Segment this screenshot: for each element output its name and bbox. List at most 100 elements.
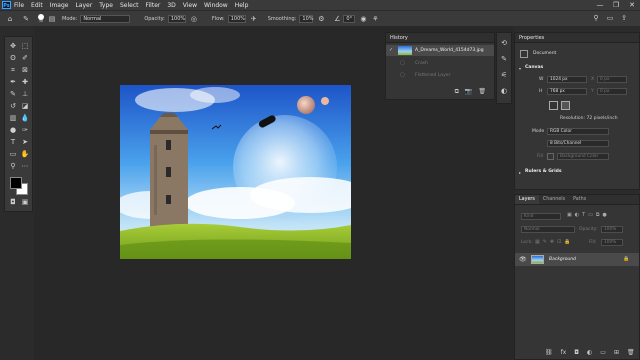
layer-opacity-label: Opacity: xyxy=(579,227,598,232)
close-button[interactable]: ✕ xyxy=(624,0,640,10)
minimize-button[interactable]: — xyxy=(592,0,608,10)
blend-mode-select[interactable]: Normal xyxy=(521,226,575,233)
new-layer-icon[interactable]: ⊞ xyxy=(614,349,619,356)
orientation-portrait-icon[interactable] xyxy=(549,101,558,110)
gradient-tool-icon[interactable]: ▥ xyxy=(8,113,18,123)
shape-tool-icon[interactable]: ▭ xyxy=(8,149,18,159)
quick-mask-icon[interactable]: ◘ xyxy=(8,197,18,207)
workspace-icon[interactable]: ▭ xyxy=(606,14,614,22)
move-tool-icon[interactable]: ✥ xyxy=(8,41,18,51)
tab-paths[interactable]: Paths xyxy=(569,195,590,204)
brush-panel-icon[interactable]: ✎ xyxy=(498,53,510,65)
fill-select[interactable]: Background Color xyxy=(557,153,609,160)
pen-tool-icon[interactable]: ✑ xyxy=(20,125,30,135)
rulers-collapse-icon[interactable]: ▸ xyxy=(519,170,521,175)
history-row[interactable]: ▢ Flattened Layer xyxy=(386,70,494,81)
lasso-tool-icon[interactable]: ʘ xyxy=(8,53,18,63)
brush-settings-icon[interactable]: ▤ xyxy=(48,15,56,23)
hand-tool-icon[interactable]: ✋ xyxy=(20,149,30,159)
pressure-opacity-icon[interactable]: ◎ xyxy=(190,15,198,23)
adjustment-layer-icon[interactable]: ◐ xyxy=(587,349,592,356)
camera-snapshot-icon[interactable]: 📷 xyxy=(465,88,472,96)
menu-help[interactable]: Help xyxy=(235,2,249,9)
tab-layers[interactable]: Layers xyxy=(515,195,539,204)
search-icon[interactable]: ⚲ xyxy=(592,14,600,22)
opacity-field[interactable]: 100% xyxy=(167,14,186,23)
brush-preset-picker[interactable]: 30 xyxy=(38,14,44,23)
home-icon[interactable]: ⌂ xyxy=(6,15,14,23)
color-mode-select[interactable]: RGB Color xyxy=(547,128,609,135)
brush-tool-icon[interactable]: ✎ xyxy=(8,89,18,99)
crop-tool-icon[interactable]: ⌗ xyxy=(8,65,18,75)
brush-tool-icon[interactable]: ✎ xyxy=(22,15,30,23)
healing-tool-icon[interactable]: ✚ xyxy=(20,77,30,87)
lock-icons[interactable]: ▦✎✥⊡🔒 xyxy=(535,239,574,245)
flow-field[interactable]: 100% xyxy=(227,14,246,23)
airbrush-icon[interactable]: ✈ xyxy=(250,15,258,23)
menu-file[interactable]: File xyxy=(14,2,24,9)
history-panel-icon[interactable]: ⟲ xyxy=(498,37,510,49)
smoothing-field[interactable]: 10% xyxy=(299,14,314,23)
layer-filter-icons[interactable]: ▣◐T▭⧉● xyxy=(567,212,610,218)
menu-filter[interactable]: Filter xyxy=(146,2,161,9)
color-panel-icon[interactable]: ◐ xyxy=(498,85,510,97)
history-snapshot-row[interactable]: ✓ A_Dreams_World_4154d73.jpg xyxy=(386,45,494,56)
layer-kind-filter[interactable]: Kind xyxy=(521,213,561,220)
blur-tool-icon[interactable]: 💧 xyxy=(20,113,30,123)
marquee-tool-icon[interactable]: ⬚ xyxy=(20,41,30,51)
width-field[interactable]: 1024 px xyxy=(547,76,587,83)
orientation-landscape-icon[interactable] xyxy=(561,101,570,110)
symmetry-icon[interactable]: ⚘ xyxy=(371,15,379,23)
stamp-tool-icon[interactable]: ⊥ xyxy=(20,89,30,99)
canvas-collapse-icon[interactable]: ▾ xyxy=(519,66,521,71)
menu-image[interactable]: Image xyxy=(50,2,69,9)
layer-row-background[interactable]: 👁 Background 🔒 xyxy=(515,253,639,266)
fx-icon[interactable]: fx xyxy=(561,349,567,356)
history-brush-icon[interactable]: ↺ xyxy=(8,101,18,111)
x-field[interactable]: 0 px xyxy=(597,76,627,83)
y-field[interactable]: 0 px xyxy=(597,88,627,95)
group-folder-icon[interactable]: ▭ xyxy=(600,349,606,356)
menu-select[interactable]: Select xyxy=(120,2,139,9)
eraser-tool-icon[interactable]: ◪ xyxy=(20,101,30,111)
delete-layer-icon[interactable]: 🗑 xyxy=(627,349,635,356)
smoothing-settings-icon[interactable]: ⚙ xyxy=(317,15,325,23)
frame-tool-icon[interactable]: ⊠ xyxy=(20,65,30,75)
screen-mode-icon[interactable]: ▣ xyxy=(20,197,30,207)
menu-type[interactable]: Type xyxy=(99,2,113,9)
mask-icon[interactable]: ◘ xyxy=(574,349,579,356)
layer-fill-field[interactable]: 100% xyxy=(601,239,623,246)
history-item-crash: Crash xyxy=(415,61,428,66)
layer-opacity-field[interactable]: 100% xyxy=(601,226,623,233)
dodge-tool-icon[interactable]: ● xyxy=(8,125,18,135)
foreground-color-swatch[interactable] xyxy=(10,177,22,189)
adjustments-panel-icon[interactable]: ⚟ xyxy=(498,69,510,81)
angle-field[interactable]: 0° xyxy=(343,14,356,23)
zoom-tool-icon[interactable]: ⚲ xyxy=(8,161,18,171)
height-label: H xyxy=(539,89,543,94)
link-layers-icon[interactable]: ⛓ xyxy=(545,349,553,356)
eyedropper-tool-icon[interactable]: ✒ xyxy=(8,77,18,87)
menu-edit[interactable]: Edit xyxy=(31,2,43,9)
type-tool-icon[interactable]: T xyxy=(8,137,18,147)
more-tools-icon[interactable]: ⋯ xyxy=(20,161,30,171)
share-icon[interactable]: ⇪ xyxy=(620,14,628,22)
mode-select[interactable]: Normal xyxy=(80,14,131,23)
menu-layer[interactable]: Layer xyxy=(75,2,92,9)
quick-select-icon[interactable]: ✐ xyxy=(20,53,30,63)
trash-icon[interactable]: 🗑 xyxy=(478,88,486,96)
history-row[interactable]: ▢ Crash xyxy=(386,58,494,69)
maximize-button[interactable]: ❐ xyxy=(608,0,624,10)
menu-window[interactable]: Window xyxy=(204,2,228,9)
path-select-icon[interactable]: ➤ xyxy=(20,137,30,147)
visibility-eye-icon[interactable]: 👁 xyxy=(519,256,527,263)
tab-channels[interactable]: Channels xyxy=(539,195,569,204)
pressure-size-icon[interactable]: ◉ xyxy=(359,15,367,23)
new-document-from-state-icon[interactable]: ⧉ xyxy=(455,88,459,96)
menu-3d[interactable]: 3D xyxy=(167,2,175,9)
document-image[interactable] xyxy=(120,85,351,259)
fill-swatch[interactable] xyxy=(547,153,554,160)
bit-depth-select[interactable]: 8 Bits/Channel xyxy=(547,140,609,147)
height-field[interactable]: 768 px xyxy=(547,88,587,95)
menu-view[interactable]: View xyxy=(183,2,197,9)
